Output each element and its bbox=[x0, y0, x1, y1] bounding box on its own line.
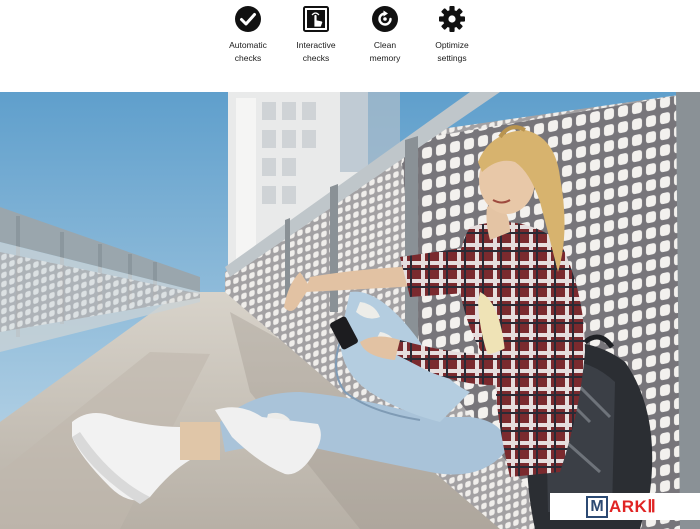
checkmark-circle-icon bbox=[235, 6, 261, 32]
feature-clean-memory: Clean memory bbox=[347, 5, 423, 64]
feature-label: Automatic checks bbox=[229, 40, 267, 63]
refresh-circle-icon bbox=[372, 6, 398, 32]
touch-screen-icon bbox=[303, 6, 329, 32]
feature-optimize-settings: Optimize settings bbox=[414, 5, 490, 64]
hero-photo bbox=[0, 92, 700, 529]
feature-strip: Automatic checks Interactive checks Clea… bbox=[0, 0, 700, 92]
feature-label: Clean memory bbox=[369, 40, 401, 63]
watermark-logo: M ARKⅡ bbox=[550, 493, 700, 520]
hero-photo-illustration bbox=[0, 92, 700, 529]
feature-label: Optimize settings bbox=[435, 40, 469, 63]
feature-label: Interactive checks bbox=[296, 40, 336, 63]
watermark-boxed-letter: M bbox=[586, 495, 608, 518]
watermark-text: ARKⅡ bbox=[609, 496, 657, 516]
gear-icon bbox=[439, 6, 465, 32]
feature-automatic-checks: Automatic checks bbox=[210, 5, 286, 64]
feature-interactive-checks: Interactive checks bbox=[278, 5, 354, 64]
